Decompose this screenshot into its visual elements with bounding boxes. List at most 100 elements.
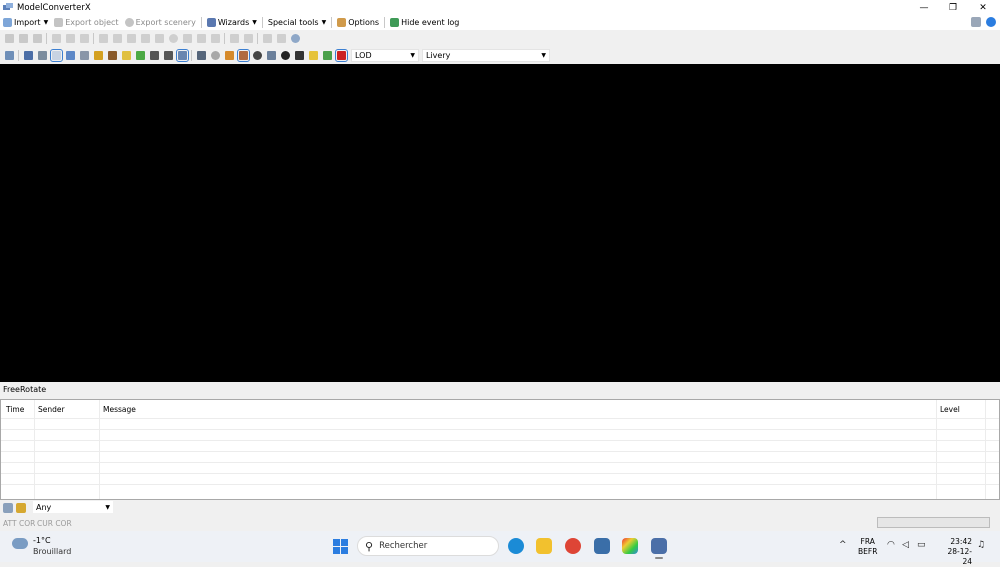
export-object-label: Export object xyxy=(65,18,119,27)
table-row xyxy=(1,462,999,463)
lod-select[interactable]: LOD ▼ xyxy=(351,48,419,62)
swap-icon[interactable] xyxy=(322,50,332,60)
normals-icon[interactable] xyxy=(65,50,75,60)
modelconverterx-taskbar-icon[interactable] xyxy=(651,538,667,559)
tray-overflow-chevron-icon[interactable]: ^ xyxy=(839,540,847,550)
restore-button[interactable]: ❐ xyxy=(938,0,968,15)
progress-bar xyxy=(877,517,990,528)
table-header: Time Sender Message Level xyxy=(1,400,999,418)
app-shield-icon[interactable] xyxy=(594,538,610,554)
wifi-icon[interactable]: ◠ xyxy=(887,540,895,550)
toolbar-separator xyxy=(257,33,258,44)
texture-view-icon[interactable] xyxy=(93,50,103,60)
column-header-level[interactable]: Level xyxy=(940,405,960,414)
sun-icon[interactable] xyxy=(308,50,318,60)
clear-log-icon[interactable] xyxy=(16,502,26,513)
column-header-sender[interactable]: Sender xyxy=(38,405,65,414)
chrome-browser-icon[interactable] xyxy=(565,538,581,554)
chevron-down-icon: ▼ xyxy=(410,51,415,59)
print-icon[interactable] xyxy=(243,34,253,43)
link-icon[interactable] xyxy=(196,34,206,43)
hierarchy-icon[interactable] xyxy=(79,34,89,43)
paste-icon[interactable] xyxy=(154,34,164,43)
forward-icon[interactable] xyxy=(18,34,28,43)
sphere-icon[interactable] xyxy=(168,34,178,43)
undo-icon[interactable] xyxy=(262,34,272,43)
chevron-down-icon: ▼ xyxy=(321,19,327,26)
shape-icon[interactable] xyxy=(294,50,304,60)
weather-temperature[interactable]: -1°C xyxy=(33,536,51,545)
save-icon[interactable] xyxy=(229,34,239,43)
volume-icon[interactable]: ◁ xyxy=(902,540,909,550)
plane-icon[interactable] xyxy=(266,50,276,60)
grid-icon[interactable] xyxy=(126,34,136,43)
wizards-menu[interactable]: Wizards ▼ xyxy=(204,15,260,30)
close-button[interactable]: ✕ xyxy=(968,0,998,15)
hide-icon[interactable] xyxy=(163,50,173,60)
windows-logo-icon xyxy=(333,547,340,554)
redo-icon[interactable] xyxy=(276,34,286,43)
windows-logo-icon xyxy=(333,539,340,546)
zoom-icon[interactable] xyxy=(51,34,61,43)
help-icon[interactable] xyxy=(986,17,996,27)
log-filter-bar xyxy=(0,500,1000,515)
ground-icon[interactable] xyxy=(135,50,145,60)
export-object-button[interactable]: Export object xyxy=(51,15,121,30)
search-icon: ⚲ xyxy=(365,539,374,553)
livery-select[interactable]: Livery ▼ xyxy=(422,48,550,62)
camera-icon[interactable] xyxy=(196,50,206,60)
color-app-icon[interactable] xyxy=(622,538,638,554)
grid-view-icon[interactable] xyxy=(23,50,33,60)
import-menu[interactable]: Import ▼ xyxy=(0,15,51,30)
back-icon[interactable] xyxy=(4,34,14,43)
pan-icon[interactable] xyxy=(65,34,75,43)
ball-icon[interactable] xyxy=(280,50,290,60)
weather-cloud-icon[interactable] xyxy=(12,538,28,549)
title-bar: ModelConverterX xyxy=(0,0,1000,15)
wireframe-icon[interactable] xyxy=(49,48,63,62)
level-filter-select[interactable]: Any ▼ xyxy=(33,501,113,513)
globe-icon[interactable] xyxy=(252,50,262,60)
options-button[interactable]: Options xyxy=(334,15,382,30)
special-tools-menu[interactable]: Special tools ▼ xyxy=(265,15,329,30)
fit-view-icon[interactable] xyxy=(4,50,14,60)
taskbar-search[interactable]: ⚲ Rechercher xyxy=(357,536,499,556)
stop-icon[interactable] xyxy=(32,34,42,43)
column-header-time[interactable]: Time xyxy=(6,405,24,414)
animation-icon[interactable] xyxy=(175,48,189,62)
bounding-box-icon[interactable] xyxy=(79,50,89,60)
weather-description[interactable]: Brouillard xyxy=(33,547,71,556)
3d-viewport[interactable] xyxy=(0,64,1000,382)
settings-icon[interactable] xyxy=(210,50,220,60)
solid-view-icon[interactable] xyxy=(107,50,117,60)
system-clock[interactable]: 23:42 28-12-24 xyxy=(938,537,973,567)
refresh-icon[interactable] xyxy=(290,34,300,43)
import-label: Import xyxy=(14,18,41,27)
texture-icon[interactable] xyxy=(112,34,122,43)
file-explorer-icon[interactable] xyxy=(536,538,552,554)
column-header-message[interactable]: Message xyxy=(103,405,136,414)
edit-icon[interactable] xyxy=(3,502,13,513)
layout-icon[interactable] xyxy=(971,17,981,27)
hide-event-log-button[interactable]: Hide event log xyxy=(387,15,462,30)
windows-logo-icon xyxy=(341,547,348,554)
box-icon[interactable] xyxy=(236,48,250,62)
light-icon[interactable] xyxy=(121,50,131,60)
person-icon[interactable] xyxy=(210,34,220,43)
axis-icon[interactable] xyxy=(37,50,47,60)
copy-icon[interactable] xyxy=(140,34,150,43)
edge-browser-icon[interactable] xyxy=(508,538,524,554)
attach-point-icon[interactable] xyxy=(149,50,159,60)
toolbar-view: LOD ▼ Livery ▼ xyxy=(0,47,572,63)
cube-icon[interactable] xyxy=(224,50,234,60)
minimize-button[interactable]: — xyxy=(909,0,939,15)
record-icon[interactable] xyxy=(334,48,348,62)
start-button[interactable] xyxy=(333,539,348,554)
notification-bell-icon[interactable]: ♫ xyxy=(977,540,985,550)
battery-icon[interactable]: ▭ xyxy=(917,540,926,550)
material-icon[interactable] xyxy=(98,34,108,43)
input-language[interactable]: FRA BEFR xyxy=(858,537,877,557)
export-scenery-button[interactable]: Export scenery xyxy=(122,15,199,30)
transform-icon[interactable] xyxy=(182,34,192,43)
toolbar-separator xyxy=(18,49,19,61)
